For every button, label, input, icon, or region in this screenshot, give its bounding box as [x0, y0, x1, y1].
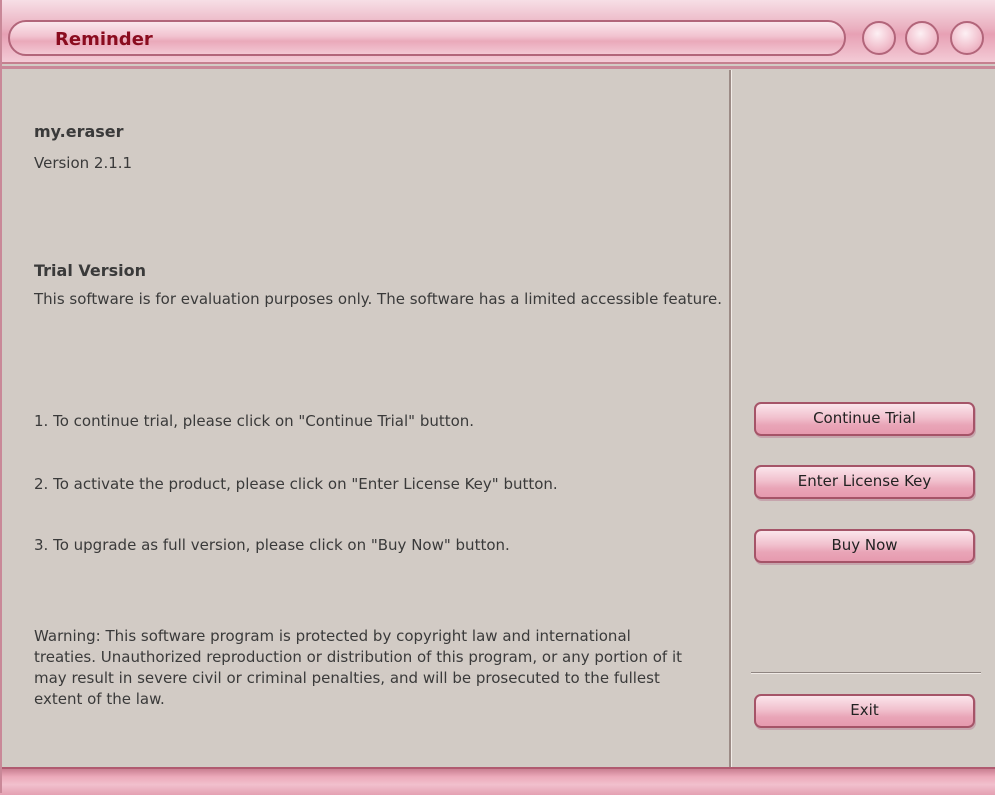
trial-description: This software is for evaluation purposes…	[34, 290, 722, 308]
vertical-divider	[729, 70, 732, 767]
trial-heading: Trial Version	[34, 261, 147, 280]
exit-button[interactable]: Exit	[754, 694, 975, 728]
title-bar[interactable]: Reminder	[0, 0, 995, 64]
step-continue-trial: 1. To continue trial, please click on "C…	[34, 412, 475, 430]
step-buy-now: 3. To upgrade as full version, please cl…	[34, 536, 510, 554]
enter-license-key-button[interactable]: Enter License Key	[754, 465, 975, 499]
copyright-warning: Warning: This software program is protec…	[34, 627, 683, 708]
maximize-button[interactable]	[905, 21, 939, 55]
close-button[interactable]	[950, 21, 984, 55]
minimize-button[interactable]	[862, 21, 896, 55]
buy-now-button[interactable]: Buy Now	[754, 529, 975, 563]
bottom-bar	[0, 767, 995, 795]
app-name: my.eraser	[34, 122, 124, 141]
step-enter-license: 2. To activate the product, please click…	[34, 475, 558, 493]
title-separator	[0, 66, 995, 69]
horizontal-divider	[751, 672, 981, 674]
window-title: Reminder	[55, 29, 153, 50]
app-version: Version 2.1.1	[34, 154, 133, 172]
continue-trial-button[interactable]: Continue Trial	[754, 402, 975, 436]
reminder-window: Reminder my.eraser Version 2.1.1 Trial V…	[0, 0, 995, 795]
info-panel: my.eraser Version 2.1.1 Trial Version Th…	[10, 70, 729, 767]
